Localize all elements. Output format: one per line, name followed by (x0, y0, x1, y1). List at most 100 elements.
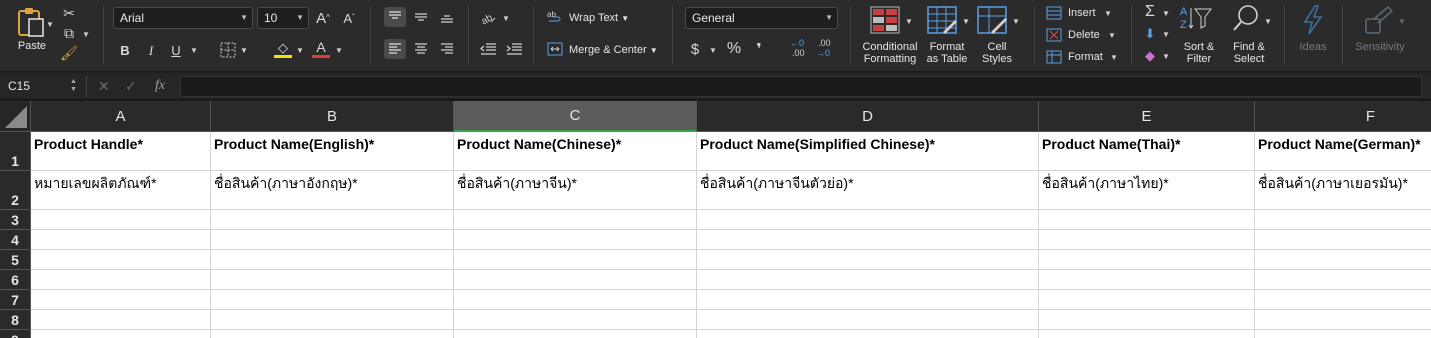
cell-d8[interactable] (697, 310, 1039, 330)
cell-styles-button[interactable]: ▼ Cell Styles (974, 4, 1020, 66)
format-as-table-button[interactable]: ▼ Format as Table (922, 4, 972, 66)
sort-filter-button[interactable]: A Z Sort & Filter (1176, 4, 1222, 66)
cell-a5[interactable] (31, 250, 211, 270)
merge-center-icon[interactable] (547, 42, 563, 56)
cell-b7[interactable] (211, 290, 454, 310)
orientation-icon[interactable]: ab (479, 9, 497, 25)
cell-e2[interactable]: ชื่อสินค้า(ภาษาไทย)* (1039, 171, 1255, 210)
confirm-entry-icon[interactable]: ✓ (125, 78, 137, 95)
cell-b1[interactable]: Product Name(English)* (211, 132, 454, 171)
delete-button[interactable]: Delete ▼ (1044, 26, 1124, 44)
column-header-e[interactable]: E (1039, 101, 1255, 132)
align-center-icon[interactable] (414, 42, 428, 56)
cell-d6[interactable] (697, 270, 1039, 290)
font-color-icon[interactable]: A (313, 38, 329, 56)
cell-e6[interactable] (1039, 270, 1255, 290)
font-color-dropdown-icon[interactable]: ▼ (335, 46, 343, 55)
column-header-d[interactable]: D (697, 101, 1039, 132)
borders-icon[interactable] (220, 42, 236, 58)
row-header-5[interactable]: 5 (0, 250, 31, 270)
cell-a9[interactable] (31, 330, 211, 338)
cell-c4[interactable] (454, 230, 697, 250)
row-header-3[interactable]: 3 (0, 210, 31, 230)
clear-dropdown-icon[interactable]: ▼ (1162, 52, 1170, 61)
name-box-stepper-icon[interactable]: ▲ ▼ (70, 78, 77, 94)
cell-e4[interactable] (1039, 230, 1255, 250)
align-middle-icon[interactable] (414, 10, 428, 24)
cell-e5[interactable] (1039, 250, 1255, 270)
autosum-icon[interactable]: Σ (1142, 3, 1158, 21)
borders-dropdown-icon[interactable]: ▼ (240, 46, 248, 55)
font-size-select[interactable]: 10 ▼ (257, 7, 309, 29)
wrap-text-icon[interactable]: ab (547, 9, 563, 25)
cell-e1[interactable]: Product Name(Thai)* (1039, 132, 1255, 171)
increase-indent-icon[interactable] (506, 42, 522, 56)
copy-icon[interactable]: ⧉ (60, 24, 78, 42)
row-header-7[interactable]: 7 (0, 290, 31, 310)
orientation-dropdown-icon[interactable]: ▼ (502, 14, 510, 23)
cell-c1[interactable]: Product Name(Chinese)* (454, 132, 697, 171)
fill-color-dropdown-icon[interactable]: ▼ (296, 46, 304, 55)
cell-e8[interactable] (1039, 310, 1255, 330)
decrease-indent-icon[interactable] (480, 42, 496, 56)
cell-c3[interactable] (454, 210, 697, 230)
cell-f2[interactable]: ชื่อสินค้า(ภาษาเยอรมัน)* (1255, 171, 1431, 210)
cell-a1[interactable]: Product Handle* (31, 132, 211, 171)
column-header-a[interactable]: A (31, 101, 211, 132)
font-name-select[interactable]: Arial ▼ (113, 7, 253, 29)
italic-button[interactable]: I (143, 41, 159, 59)
cell-b6[interactable] (211, 270, 454, 290)
cell-b2[interactable]: ชื่อสินค้า(ภาษาอังกฤษ)* (211, 171, 454, 210)
fill-icon[interactable]: ⬇ (1142, 24, 1158, 42)
cell-c7[interactable] (454, 290, 697, 310)
comma-style-button[interactable]: ❜ (752, 40, 766, 58)
cell-e3[interactable] (1039, 210, 1255, 230)
cell-e9[interactable] (1039, 330, 1255, 338)
cell-c5[interactable] (454, 250, 697, 270)
cell-f9[interactable] (1255, 330, 1431, 338)
number-format-select[interactable]: General ▼ (685, 7, 838, 29)
cell-c6[interactable] (454, 270, 697, 290)
row-header-9[interactable]: 9 (0, 330, 31, 338)
align-right-icon[interactable] (440, 42, 454, 56)
conditional-formatting-button[interactable]: ▼ Conditional Formatting (858, 4, 922, 66)
cell-b4[interactable] (211, 230, 454, 250)
cell-d3[interactable] (697, 210, 1039, 230)
formula-input[interactable] (180, 76, 1422, 97)
percent-button[interactable]: % (725, 40, 743, 58)
cell-f1[interactable]: Product Name(German)* (1255, 132, 1431, 171)
ideas-button[interactable]: Ideas (1292, 4, 1334, 66)
cut-icon[interactable]: ✂ (60, 4, 78, 22)
underline-dropdown-icon[interactable]: ▼ (190, 46, 198, 55)
merge-center-button[interactable]: Merge & Center ▼ (569, 43, 658, 58)
cell-c8[interactable] (454, 310, 697, 330)
cell-f5[interactable] (1255, 250, 1431, 270)
row-header-1[interactable]: 1 (0, 132, 31, 171)
cell-d9[interactable] (697, 330, 1039, 338)
cell-c2[interactable]: ชื่อสินค้า(ภาษาจีน)* (454, 171, 697, 210)
cell-b9[interactable] (211, 330, 454, 338)
decrease-decimal-button[interactable]: .00 →0 (816, 38, 836, 60)
cell-a6[interactable] (31, 270, 211, 290)
copy-dropdown-icon[interactable]: ▼ (82, 30, 90, 39)
cell-a3[interactable] (31, 210, 211, 230)
format-painter-icon[interactable]: 🖌 (60, 44, 78, 62)
paste-dropdown-icon[interactable]: ▼ (46, 20, 54, 29)
cell-d7[interactable] (697, 290, 1039, 310)
cell-f6[interactable] (1255, 270, 1431, 290)
row-header-2[interactable]: 2 (0, 171, 31, 210)
cell-d4[interactable] (697, 230, 1039, 250)
cell-e7[interactable] (1039, 290, 1255, 310)
insert-button[interactable]: Insert ▼ (1044, 4, 1124, 22)
sensitivity-button[interactable]: ▼ Sensitivity (1350, 4, 1410, 66)
insert-function-icon[interactable]: fx (155, 78, 165, 94)
decrease-font-size-icon[interactable]: Aˇ (340, 8, 358, 28)
cell-b3[interactable] (211, 210, 454, 230)
wrap-text-button[interactable]: Wrap Text ▼ (569, 11, 629, 26)
cell-f8[interactable] (1255, 310, 1431, 330)
cell-b5[interactable] (211, 250, 454, 270)
column-header-b[interactable]: B (211, 101, 454, 132)
column-header-f[interactable]: F (1255, 101, 1431, 132)
cell-a2[interactable]: หมายเลขผลิตภัณฑ์* (31, 171, 211, 210)
cell-d2[interactable]: ชื่อสินค้า(ภาษาจีนตัวย่อ)* (697, 171, 1039, 210)
